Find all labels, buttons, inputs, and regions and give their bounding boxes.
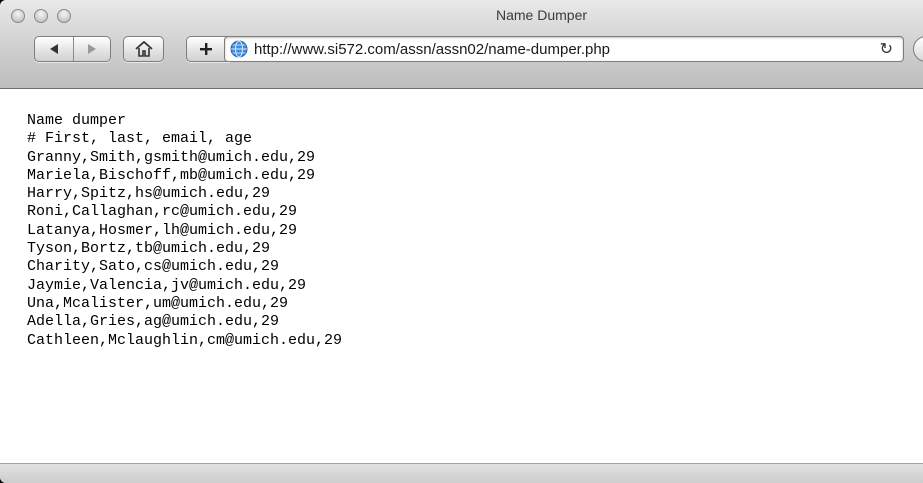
home-icon	[134, 41, 153, 57]
dump-row: Latanya,Hosmer,lh@umich.edu,29	[27, 221, 298, 239]
globe-icon	[230, 40, 248, 58]
page-content: Name dumper # First, last, email, age Gr…	[0, 90, 923, 463]
dump-heading: Name dumper	[27, 112, 127, 129]
forward-arrow-icon	[87, 44, 96, 54]
dump-row: Una,Mcalister,um@umich.edu,29	[27, 294, 289, 312]
dump-row: Tyson,Bortz,tb@umich.edu,29	[27, 240, 271, 258]
dump-row: Charity,Sato,cs@umich.edu,29	[27, 258, 280, 276]
back-arrow-icon	[49, 44, 58, 54]
add-bookmark-button[interactable]	[187, 37, 225, 61]
browser-window: Name Dumper http://www.si572.com/assn/as…	[0, 0, 923, 483]
dump-header-comment: # First, last, email, age	[27, 130, 253, 148]
url-text: http://www.si572.com/assn/assn02/name-du…	[254, 40, 611, 58]
dump-row: Jaymie,Valencia,jv@umich.edu,29	[27, 276, 307, 294]
home-button[interactable]	[124, 37, 163, 61]
dump-row: Roni,Callaghan,rc@umich.edu,29	[27, 203, 298, 221]
dump-row: Mariela,Bischoff,mb@umich.edu,29	[27, 166, 316, 184]
back-button[interactable]	[35, 37, 73, 61]
title-and-toolbar: Name Dumper http://www.si572.com/assn/as…	[0, 0, 923, 89]
dump-row: Adella,Gries,ag@umich.edu,29	[27, 313, 280, 331]
forward-button[interactable]	[72, 37, 111, 61]
reload-icon[interactable]: ↻	[880, 39, 893, 58]
dump-row: Granny,Smith,gsmith@umich.edu,29	[27, 148, 316, 166]
status-bar	[0, 463, 923, 483]
window-title: Name Dumper	[495, 7, 588, 23]
reader-button[interactable]	[913, 36, 923, 62]
home-button-group	[123, 36, 164, 62]
address-bar[interactable]: http://www.si572.com/assn/assn02/name-du…	[224, 36, 904, 62]
plus-icon	[200, 43, 212, 55]
dump-row: Harry,Spitz,hs@umich.edu,29	[27, 185, 271, 203]
back-forward-group	[34, 36, 111, 62]
name-dump-text: Name dumper # First, last, email, age Gr…	[27, 112, 342, 350]
dump-row: Cathleen,Mclaughlin,cm@umich.edu,29	[27, 331, 343, 349]
